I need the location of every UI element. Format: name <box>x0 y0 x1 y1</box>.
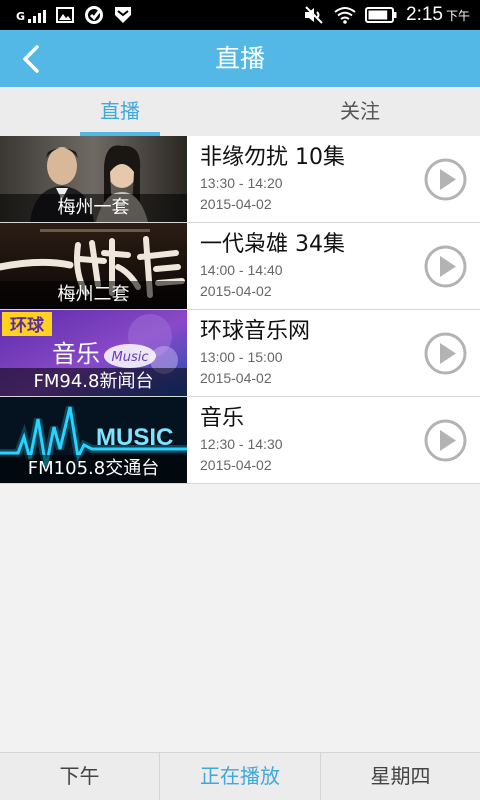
status-time: 2:15 <box>406 4 443 25</box>
tab-bar: 直播 关注 <box>0 87 480 136</box>
list-item[interactable]: 梅州一套 非缘勿扰 10集 13:30 - 14:20 2015-04-02 <box>0 136 480 223</box>
thumb-logo-text: 环球 <box>10 316 45 336</box>
list-item[interactable]: MUSIC FM105.8交通台 音乐 12:30 - 14:30 2015-0… <box>0 397 480 484</box>
thumb-music-text: MUSIC <box>96 424 173 451</box>
app-header: 直播 <box>0 30 480 87</box>
tab-live[interactable]: 直播 <box>0 87 240 136</box>
battery-icon <box>365 7 397 23</box>
channel-thumbnail: 梅州二套 <box>0 223 187 309</box>
bottom-item-period[interactable]: 下午 <box>0 753 159 800</box>
program-title: 环球音乐网 <box>200 319 311 344</box>
program-time: 13:30 - 14:20 <box>200 175 283 191</box>
list-item[interactable]: 梅州二套 一代枭雄 34集 14:00 - 14:40 2015-04-02 <box>0 223 480 310</box>
status-ampm: 下午 <box>445 8 470 23</box>
program-title: 一代枭雄 34集 <box>200 232 345 257</box>
thumb-music-badge: Music <box>112 350 149 365</box>
play-icon[interactable] <box>424 419 467 462</box>
program-time: 14:00 - 14:40 <box>200 262 283 278</box>
bottom-item-weekday[interactable]: 星期四 <box>320 753 480 800</box>
play-icon[interactable] <box>424 158 467 201</box>
list-item[interactable]: 环球 音乐 Music FM94.8新闻台 环球音乐网 13:00 - 15:0… <box>0 310 480 397</box>
shield-icon <box>115 7 132 23</box>
chevron-left-icon <box>23 45 39 73</box>
channel-list: 梅州一套 非缘勿扰 10集 13:30 - 14:20 2015-04-02 梅… <box>0 136 480 484</box>
channel-name: FM105.8交通台 <box>0 455 187 483</box>
play-icon[interactable] <box>424 245 467 288</box>
signal-icon: G <box>16 7 47 23</box>
program-date: 2015-04-02 <box>200 457 272 473</box>
program-time: 13:00 - 15:00 <box>200 349 283 365</box>
play-icon[interactable] <box>424 332 467 375</box>
channel-thumbnail: 梅州一套 <box>0 136 187 222</box>
bottom-item-now-playing[interactable]: 正在播放 <box>159 753 320 800</box>
program-title: 音乐 <box>200 406 245 431</box>
wifi-icon <box>334 7 356 24</box>
back-button[interactable] <box>8 36 54 82</box>
program-date: 2015-04-02 <box>200 370 272 386</box>
mute-icon <box>305 6 323 24</box>
program-date: 2015-04-02 <box>200 283 272 299</box>
bottom-bar: 下午 正在播放 星期四 <box>0 752 480 800</box>
thumb-music-text: 音乐 <box>52 340 100 368</box>
program-time: 12:30 - 14:30 <box>200 436 283 452</box>
status-bar: G 2:15 下午 <box>0 0 480 30</box>
channel-name: 梅州二套 <box>0 281 187 309</box>
channel-thumbnail: MUSIC FM105.8交通台 <box>0 397 187 483</box>
channel-thumbnail: 环球 音乐 Music FM94.8新闻台 <box>0 310 187 396</box>
image-icon <box>56 7 75 23</box>
channel-name: 梅州一套 <box>0 194 187 222</box>
page-title: 直播 <box>214 44 265 73</box>
program-title: 非缘勿扰 10集 <box>200 145 345 170</box>
channel-name: FM94.8新闻台 <box>0 368 187 396</box>
program-date: 2015-04-02 <box>200 196 272 212</box>
sync-icon <box>85 6 104 24</box>
tab-following[interactable]: 关注 <box>240 87 480 136</box>
